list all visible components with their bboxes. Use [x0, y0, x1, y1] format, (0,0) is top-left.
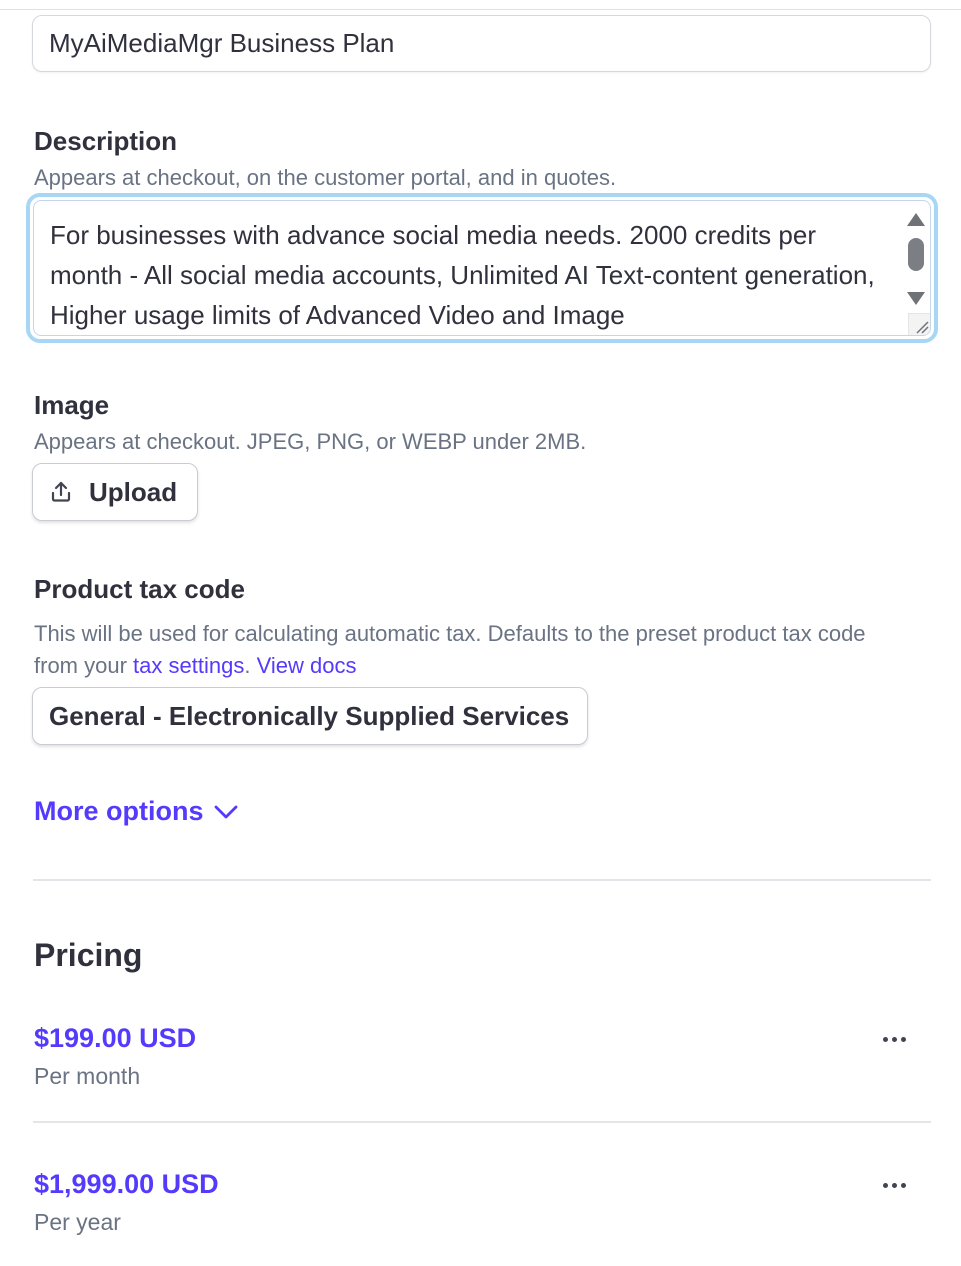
more-options-label: More options: [34, 796, 204, 826]
price-interval-yearly: Per year: [34, 1209, 121, 1235]
image-label: Image: [34, 390, 110, 420]
resize-handle-icon[interactable]: [908, 313, 930, 335]
section-divider: [33, 879, 931, 881]
more-dots-icon: [891, 1182, 897, 1188]
product-name-input[interactable]: [32, 15, 931, 72]
pricing-title: Pricing: [34, 937, 143, 973]
description-textarea-inner[interactable]: For businesses with advance social media…: [33, 200, 931, 336]
more-dots-icon: [891, 1036, 897, 1042]
upload-icon: [49, 480, 73, 504]
upload-button[interactable]: Upload: [32, 463, 198, 521]
description-text[interactable]: For businesses with advance social media…: [50, 215, 880, 335]
tax-code-help-part2: .: [244, 653, 251, 678]
price-more-actions-button[interactable]: [876, 1175, 912, 1195]
scroll-down-arrow-icon[interactable]: [907, 292, 925, 305]
description-textarea[interactable]: For businesses with advance social media…: [26, 193, 938, 343]
tax-code-selected-value: General - Electronically Supplied Servic…: [49, 700, 570, 731]
tax-code-label: Product tax code: [34, 574, 245, 604]
more-dots-icon: [882, 1036, 888, 1042]
image-help-text: Appears at checkout. JPEG, PNG, or WEBP …: [34, 429, 587, 454]
description-label: Description: [34, 126, 178, 156]
price-amount-monthly[interactable]: $199.00 USD: [34, 1023, 196, 1054]
scroll-up-arrow-icon[interactable]: [907, 213, 925, 226]
view-docs-link[interactable]: View docs: [257, 653, 357, 678]
more-dots-icon: [900, 1036, 906, 1042]
upload-button-label: Upload: [89, 476, 178, 507]
more-dots-icon: [900, 1182, 906, 1188]
more-dots-icon: [882, 1182, 888, 1188]
price-divider: [33, 1121, 931, 1123]
tax-code-select-button[interactable]: General - Electronically Supplied Servic…: [32, 687, 588, 745]
scrollbar-thumb[interactable]: [908, 238, 924, 271]
chevron-down-icon: [214, 805, 237, 818]
tax-code-help-text: This will be used for calculating automa…: [34, 618, 914, 682]
price-interval-monthly: Per month: [34, 1063, 141, 1089]
tax-settings-link[interactable]: tax settings: [133, 653, 244, 678]
top-divider: [0, 9, 961, 10]
price-more-actions-button[interactable]: [876, 1029, 912, 1049]
price-amount-yearly[interactable]: $1,999.00 USD: [34, 1169, 219, 1200]
description-help-text: Appears at checkout, on the customer por…: [34, 165, 617, 190]
more-options-toggle[interactable]: More options: [34, 796, 238, 827]
